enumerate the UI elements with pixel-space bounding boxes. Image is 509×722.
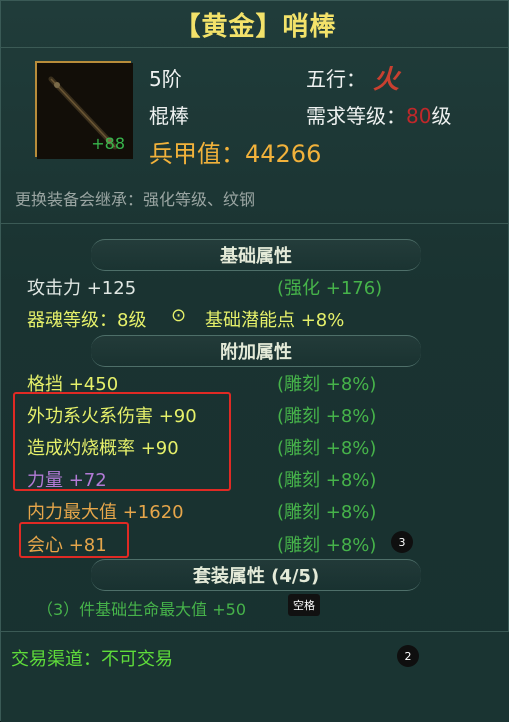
attr-max-mana: 内力最大值 +1620 [27, 502, 184, 523]
req-prefix: 需求等级： [306, 104, 406, 128]
attr-crit-bonus: (雕刻 +8%) [277, 535, 377, 556]
item-type: 棍棒 [149, 104, 189, 128]
soul-level: 器魂等级：8级 [27, 310, 147, 331]
req-level-value: 80 [406, 104, 432, 128]
attack-stat: 攻击力 +125 [27, 278, 137, 299]
required-level: 需求等级：80级 [306, 100, 451, 129]
attr-fire-damage-bonus: (雕刻 +8%) [277, 406, 377, 427]
base-potential: 基础潜能点 +8% [205, 310, 345, 331]
fire-element-icon: 火 [373, 65, 400, 95]
attr-burn-chance-bonus: (雕刻 +8%) [277, 438, 377, 459]
soul-dot-icon: ⊙ [171, 305, 187, 326]
item-title: 【黄金】哨棒 [174, 11, 337, 42]
annotation-badge-2: 2 [397, 645, 419, 667]
space-key-hint: 空格 [288, 594, 320, 616]
extra-attrs-header: 附加属性 [91, 335, 421, 367]
inherit-note: 更换装备会继承：强化等级、纹钢 [15, 190, 256, 209]
highlight-box-crit [19, 522, 129, 558]
set-attrs-header: 套装属性 (4/5) [91, 559, 421, 591]
attr-strength-bonus: (雕刻 +8%) [277, 470, 377, 491]
attack-enhance-bonus: (强化 +176) [277, 278, 383, 299]
annotation-badge-3: 3 [391, 531, 413, 553]
attr-max-mana-bonus: (雕刻 +8%) [277, 502, 377, 523]
footer-divider [1, 631, 509, 632]
item-tooltip-panel: 【黄金】哨棒 +88 5阶 棍棒 五行： 火 需求等级：80级 兵甲值：4426… [0, 0, 509, 722]
set-bonus-line: （3）件基础生命最大值 +50 [37, 600, 247, 619]
trade-channel: 交易渠道：不可交易 [11, 649, 173, 670]
attr-block-bonus: (雕刻 +8%) [277, 374, 377, 395]
wuxing-label: 五行： [306, 67, 366, 91]
trade-footer: 交易渠道：不可交易 2 [1, 631, 509, 722]
req-suffix: 级 [431, 104, 452, 128]
section-divider [1, 223, 509, 224]
enhance-level: +88 [91, 134, 125, 153]
item-icon-slot[interactable]: +88 [35, 61, 133, 159]
base-attrs-header: 基础属性 [91, 239, 421, 271]
power-value: 兵甲值：44266 [149, 140, 322, 168]
highlight-box-attrs [13, 392, 231, 491]
title-divider [1, 47, 509, 48]
item-tier: 5阶 [149, 67, 182, 91]
